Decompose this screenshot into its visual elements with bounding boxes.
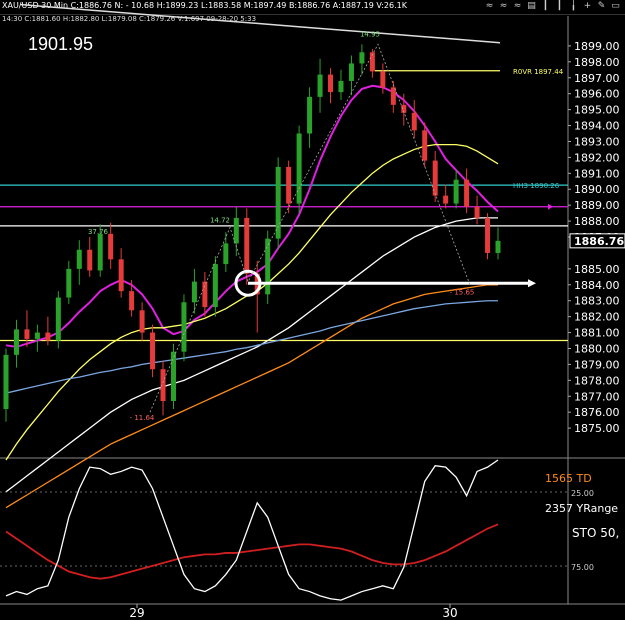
price-tick-label: 1898.00 — [574, 56, 620, 69]
swing-label: 37.76 — [88, 228, 109, 236]
swing-label: 14.72 — [210, 217, 230, 225]
candle-body — [296, 133, 302, 204]
candle-body — [359, 52, 365, 64]
swing-label: - 11.64 — [130, 414, 155, 422]
candle-body — [286, 166, 292, 204]
price-tick-label: 1876.00 — [574, 406, 620, 419]
candle-body — [223, 243, 229, 265]
candle-body — [87, 249, 93, 271]
candle-body — [411, 112, 417, 131]
osc-label-yrange: 2357 YRange — [545, 502, 618, 515]
price-tick-label: 1896.00 — [574, 88, 620, 101]
osc-white-line — [5, 459, 499, 601]
price-tick-label: 1877.00 — [574, 390, 620, 403]
candle-body — [118, 259, 124, 292]
axis-marker — [548, 203, 553, 210]
swing-label: - 15.65 — [450, 288, 475, 296]
price-tick-label: 1897.00 — [574, 72, 620, 85]
candle-body — [13, 329, 19, 355]
candle-body — [139, 310, 145, 333]
candle-body — [108, 233, 114, 260]
price-tick-label: 1891.00 — [574, 167, 620, 180]
candle-body — [307, 96, 313, 134]
candle-body — [474, 206, 480, 218]
candle-body — [97, 233, 103, 271]
price-tick-label: 1875.00 — [574, 422, 620, 435]
chart-window: XAU/USD 30 Min C:1886.76 N: - 10.68 H:18… — [0, 0, 625, 620]
candle-body — [338, 80, 344, 93]
osc-label-td: 1565 TD — [545, 472, 592, 485]
candle-body — [443, 195, 449, 204]
level-label: R0VR 1897.44 — [513, 68, 564, 76]
price-tick-label: 1889.00 — [574, 199, 620, 212]
price-tick-label: 1899.00 — [574, 40, 620, 53]
candle-body — [422, 130, 428, 161]
chart-canvas[interactable]: 14.95 14.72 37.76 - 11.64 - 15.65 R0VR 1897.4… — [0, 0, 625, 620]
osc-red-line — [5, 523, 499, 580]
candle-body — [170, 351, 176, 402]
candle-body — [464, 179, 470, 207]
osc-label-sto: STO 50, — [572, 526, 619, 540]
price-tick-label: 1888.00 — [574, 215, 620, 228]
candle-body — [24, 329, 30, 339]
price-tick-label: 1892.00 — [574, 151, 620, 164]
osc-label-lvl_top: 25.00 — [571, 489, 594, 498]
candle-body — [275, 166, 281, 239]
price-tick-label: 1879.00 — [574, 358, 620, 371]
candle-body — [181, 302, 187, 352]
ma-line-orange — [5, 284, 498, 509]
time-tick-label: 29 — [129, 606, 144, 620]
level-label: HH3 1890.26 — [513, 182, 560, 190]
candle-body — [55, 297, 61, 341]
candle-body — [212, 264, 218, 308]
candle-body — [233, 217, 239, 244]
candle-body — [129, 291, 135, 311]
candle-body — [160, 369, 166, 402]
candle-body — [485, 217, 491, 253]
candle-body — [3, 354, 9, 410]
price-tick-label: 1893.00 — [574, 135, 620, 148]
price-tick-label: 1881.00 — [574, 327, 620, 340]
candle-body — [76, 249, 82, 269]
envelope-top — [19, 3, 501, 44]
candle-body — [244, 217, 250, 274]
candle-body — [265, 238, 271, 295]
candle-body — [495, 240, 501, 253]
candle-body — [34, 332, 40, 339]
candle-body — [380, 71, 386, 88]
candle-body — [150, 332, 156, 370]
candle-body — [45, 332, 51, 341]
price-tick-label: 1890.00 — [574, 183, 620, 196]
price-tick-label: 1884.00 — [574, 279, 620, 292]
time-tick-label: 30 — [442, 606, 457, 620]
price-tick-label: 1880.00 — [574, 342, 620, 355]
osc-label-lvl_bottom: 75.00 — [571, 563, 594, 572]
swing-label: 14.95 — [360, 30, 380, 38]
ma-line-yellow — [5, 144, 499, 461]
candle-body — [191, 281, 197, 303]
price-tick-label: 1882.00 — [574, 311, 620, 324]
candle-body — [348, 63, 354, 81]
price-tick-label: 1883.00 — [574, 295, 620, 308]
current-price-label: 1886.76 — [574, 235, 624, 248]
candle-body — [66, 268, 72, 298]
price-tick-label: 1885.00 — [574, 263, 620, 276]
price-tick-label: 1895.00 — [574, 104, 620, 117]
candle-body — [432, 160, 438, 196]
candle-body — [202, 281, 208, 308]
price-tick-label: 1894.00 — [574, 120, 620, 133]
candle-body — [328, 74, 334, 93]
candle-body — [453, 179, 459, 204]
price-tick-label: 1878.00 — [574, 374, 620, 387]
swing-arrow — [528, 279, 536, 288]
candle-body — [317, 74, 323, 97]
